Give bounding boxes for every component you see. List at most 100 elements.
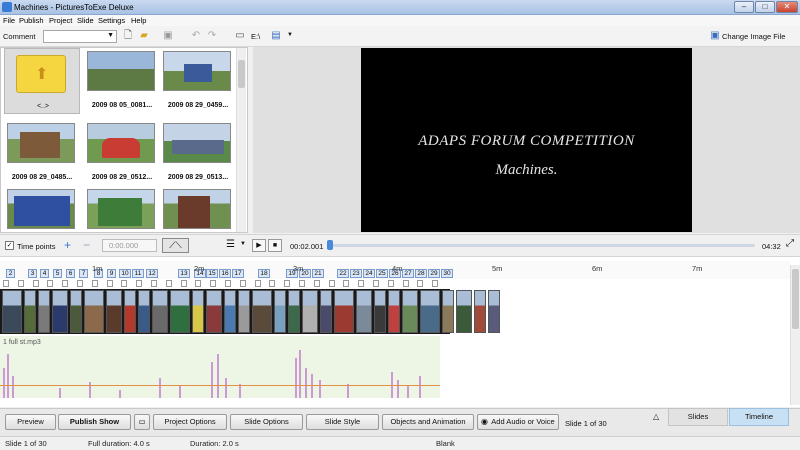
slide-marker[interactable] [62,280,69,287]
slide-number[interactable]: 11 [132,269,144,278]
slide-frame[interactable] [320,290,332,333]
slide-marker[interactable] [106,280,113,287]
slide-frame[interactable] [488,290,500,333]
slide-number[interactable]: 30 [441,269,453,278]
slide-marker[interactable] [180,280,187,287]
slide-number[interactable]: 3 [28,269,37,278]
time-points-checkbox[interactable]: ✓ [5,241,14,250]
slide-frame[interactable] [206,290,222,333]
thumbnail-item[interactable]: 2009 08 29_0485... [4,120,80,186]
tab-timeline[interactable]: Timeline [729,408,789,426]
thumbnail-item[interactable]: 2009 08 29_0513... [160,120,236,186]
seek-handle[interactable] [327,240,333,250]
project-options-button[interactable]: Project Options [153,414,227,430]
slide-frame[interactable] [288,290,300,333]
slide-style-button[interactable]: Slide Style [306,414,379,430]
slide-frame[interactable] [474,290,486,333]
add-audio-button[interactable]: ◉ Add Audio or Voice [477,414,559,430]
slide-number[interactable]: 10 [119,269,131,278]
slide-frame[interactable] [302,290,318,333]
slide-frame[interactable] [24,290,36,333]
slide-frame[interactable] [124,290,136,333]
drive-label[interactable]: E:\ [251,32,260,41]
menu-publish[interactable]: Publish [19,16,44,25]
slide-marker[interactable] [32,280,39,287]
view-mode-chevron-icon[interactable]: ▼ [287,32,293,38]
slide-number[interactable]: 13 [178,269,190,278]
audio-volume-line[interactable] [0,385,440,386]
remove-point-icon[interactable]: − [83,238,90,252]
slide-marker[interactable] [210,280,217,287]
menu-project[interactable]: Project [49,16,72,25]
curve-toggle-icon[interactable]: ⟋⟍ [162,238,189,253]
slide-marker[interactable] [432,280,439,287]
preview-button[interactable]: Preview [5,414,56,430]
slide-number[interactable]: 21 [312,269,324,278]
time-point-input[interactable]: 0:00.000 [102,239,157,252]
change-image-file-button[interactable]: Change Image File [722,32,785,41]
seek-bar[interactable] [327,244,755,247]
slide-frame[interactable] [224,290,236,333]
slide-frame[interactable] [170,290,190,333]
slide-number[interactable]: 2 [6,269,15,278]
collapse-icon[interactable]: △ [653,412,659,421]
screen-icon[interactable]: ▭ [134,414,150,430]
fullscreen-icon[interactable]: ⤢ [786,238,794,249]
publish-show-button[interactable]: Publish Show [58,414,131,430]
minimize-button[interactable]: – [734,1,754,13]
slide-marker[interactable] [3,280,9,287]
slide-marker[interactable] [313,280,320,287]
slide-marker[interactable] [225,280,231,287]
slide-marker[interactable] [136,280,143,287]
redo-icon[interactable]: ↷ [206,30,218,42]
slide-options-button[interactable]: Slide Options [230,414,303,430]
slide-number[interactable]: 24 [363,269,375,278]
slide-marker[interactable] [284,280,291,287]
slide-frame[interactable] [70,290,82,333]
slide-frame[interactable] [2,290,22,333]
slide-frame[interactable] [84,290,104,333]
slide-marker[interactable] [358,280,365,287]
slide-frame[interactable] [274,290,286,333]
slide-marker[interactable] [195,280,202,287]
slide-frame[interactable] [388,290,400,333]
slide-marker[interactable] [47,280,54,287]
menu-file[interactable]: File [3,16,15,25]
slide-number[interactable]: 18 [258,269,270,278]
slide-frame[interactable] [38,290,50,333]
slide-number[interactable]: 6 [66,269,75,278]
slide-marker[interactable] [121,280,128,287]
slide-marker[interactable] [373,280,379,287]
save-icon[interactable]: ▣ [162,30,174,42]
slide-preview[interactable]: ADAPS FORUM COMPETITION Machines. [361,48,692,232]
menu-help[interactable]: Help [131,16,146,25]
view-mode-icon[interactable]: ▤ [270,30,282,42]
slide-number[interactable]: 4 [40,269,49,278]
slide-frame[interactable] [52,290,68,333]
stop-icon[interactable]: ■ [268,239,282,252]
slide-frame[interactable] [138,290,150,333]
tab-slides[interactable]: Slides [668,408,728,426]
slide-number[interactable]: 5 [53,269,62,278]
slide-number[interactable]: 22 [337,269,349,278]
slide-number[interactable]: 9 [107,269,116,278]
thumbnail-item[interactable]: 2009 08 29_0459... [160,48,236,114]
drive-icon[interactable]: ▭ [234,30,246,42]
objects-animation-button[interactable]: Objects and Animation [382,414,474,430]
slide-marker[interactable] [239,280,246,287]
scrollbar-thumb[interactable] [792,269,799,329]
slide-marker[interactable] [91,280,98,287]
slide-frame[interactable] [402,290,418,333]
thumbnail-item[interactable]: 2009 08 29_0512... [84,120,160,186]
slide-frame[interactable] [420,290,440,333]
slide-frame[interactable] [442,290,454,333]
slide-frame[interactable] [374,290,386,333]
slide-number[interactable]: 15 [206,269,218,278]
slide-number[interactable]: 7 [79,269,88,278]
slide-marker[interactable] [328,280,335,287]
menu-list-icon[interactable]: ☰ [226,239,235,250]
slide-number[interactable]: 23 [350,269,362,278]
slide-marker[interactable] [151,280,157,287]
slide-marker[interactable] [165,280,172,287]
slide-frame[interactable] [356,290,372,333]
